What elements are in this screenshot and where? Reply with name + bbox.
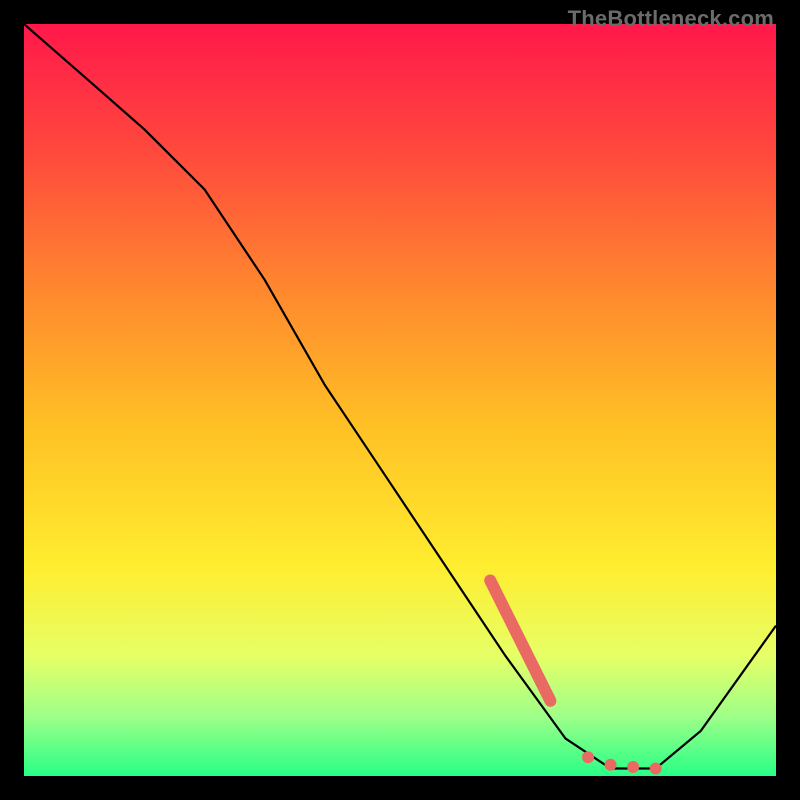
highlight-dot — [650, 762, 662, 774]
highlight-dot — [582, 751, 594, 763]
chart-frame — [24, 24, 776, 776]
highlight-dot — [605, 759, 617, 771]
watermark-text: TheBottleneck.com — [568, 6, 774, 32]
bottleneck-chart — [24, 24, 776, 776]
highlight-dot — [627, 761, 639, 773]
gradient-background — [24, 24, 776, 776]
